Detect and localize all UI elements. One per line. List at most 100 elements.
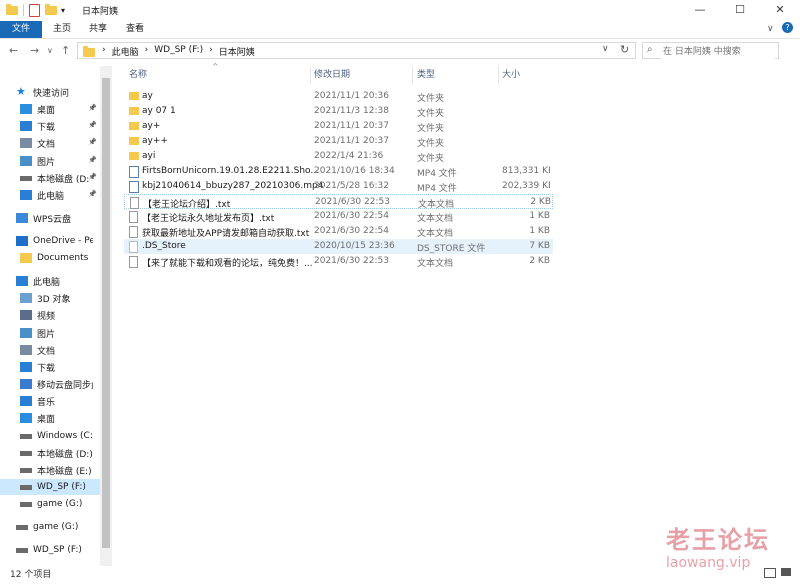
pin-icon[interactable]: 📌: [88, 190, 97, 198]
tab-home[interactable]: 主页: [48, 21, 76, 38]
cloud-sync-icon: [20, 379, 32, 389]
sidebar-item[interactable]: 桌面: [20, 101, 55, 117]
pin-icon[interactable]: 📌: [88, 173, 97, 181]
sidebar-item[interactable]: game (G:): [16, 519, 78, 535]
tab-file[interactable]: 文件: [0, 21, 42, 38]
sidebar-item[interactable]: Windows (C:): [20, 428, 93, 444]
column-divider[interactable]: [412, 66, 413, 84]
sidebar-item[interactable]: 本地磁盘 (D:): [20, 445, 93, 461]
desktop-icon: [20, 104, 32, 114]
drive-icon: [20, 484, 32, 490]
column-header-date[interactable]: 修改日期: [314, 66, 350, 84]
file-row[interactable]: 【来了就能下载和观看的论坛，纯免费！... 2021/6/30 22:53 文本文档…: [124, 254, 553, 269]
address-bar[interactable]: › 此电脑 › WD_SP (F:) › 日本阿姨 ∨ ↻: [77, 42, 636, 59]
folder-icon: [20, 253, 32, 263]
text-file-icon: [129, 226, 138, 238]
breadcrumb-folder[interactable]: 日本阿姨: [219, 45, 255, 58]
file-name: 【老王论坛永久地址发布页】.txt: [142, 214, 275, 224]
expand-ribbon-icon[interactable]: ∨: [767, 24, 774, 34]
sidebar-item[interactable]: WD_SP (F:): [16, 542, 82, 558]
sidebar-item[interactable]: 此电脑: [20, 187, 64, 203]
sidebar-item[interactable]: game (G:): [20, 496, 82, 512]
sidebar-item[interactable]: OneDrive - Perso: [16, 233, 93, 249]
sidebar-item[interactable]: 音乐: [20, 393, 55, 409]
window-title: 日本阿姨: [82, 7, 119, 17]
properties-icon[interactable]: [29, 3, 40, 17]
column-header-size[interactable]: 大小: [502, 66, 520, 84]
file-size: 7 KB: [529, 241, 550, 251]
file-row[interactable]: 获取最新地址及APP请发邮箱自动获取.txt 2021/6/30 22:54 文本文…: [124, 224, 553, 239]
sidebar-scrollbar-thumb[interactable]: [102, 78, 110, 548]
sidebar-item-label: WD_SP (F:): [37, 482, 86, 492]
sidebar-item[interactable]: 下载: [20, 359, 55, 375]
drive-icon: [20, 501, 32, 507]
sidebar-item[interactable]: 文档: [20, 135, 55, 151]
sidebar-item[interactable]: 下载: [20, 118, 55, 134]
pin-icon[interactable]: 📌: [88, 104, 97, 112]
file-row[interactable]: ayi 2022/1/4 21:36 文件夹: [124, 149, 553, 164]
sidebar-item-label: 图片: [37, 157, 56, 168]
close-button[interactable]: ✕: [760, 0, 800, 20]
sidebar-item[interactable]: 桌面: [20, 410, 55, 426]
sidebar-item[interactable]: 本地磁盘 (D:: [20, 170, 89, 186]
sidebar-item[interactable]: 此电脑: [16, 273, 60, 289]
minimize-button[interactable]: —: [680, 0, 720, 20]
sidebar-item[interactable]: 移动云盘同步盘: [20, 376, 93, 392]
column-header-type[interactable]: 类型: [417, 66, 435, 84]
file-row[interactable]: ay 07 1 2021/11/3 12:38 文件夹: [124, 104, 553, 119]
sidebar-item[interactable]: WPS云盘: [16, 210, 71, 226]
column-divider[interactable]: [310, 66, 311, 84]
drive-icon: [20, 450, 32, 456]
folder-icon: [129, 122, 139, 130]
up-arrow-icon[interactable]: ↑: [61, 44, 70, 57]
tab-share[interactable]: 共享: [84, 21, 112, 38]
file-type: 文件夹: [417, 94, 445, 104]
sidebar-item-label: Windows (C:): [37, 431, 93, 441]
video-file-icon: [129, 166, 139, 178]
large-icons-view-icon[interactable]: [781, 568, 791, 576]
file-row[interactable]: kbj21040614_bbuzy287_20210306.mp4 2021/5/…: [124, 179, 553, 194]
file-row[interactable]: 【老王论坛永久地址发布页】.txt 2021/6/30 22:54 文本文档 1 KB: [124, 209, 553, 224]
column-header-name[interactable]: 名称: [129, 66, 147, 84]
cloud-icon: [16, 213, 28, 223]
new-folder-icon[interactable]: [45, 3, 57, 15]
file-row[interactable]: 【老王论坛介绍】.txt 2021/6/30 22:53 文本文档 2 KB: [124, 194, 553, 210]
sidebar-item-label: game (G:): [37, 499, 83, 509]
sidebar-item[interactable]: 3D 对象: [20, 290, 71, 306]
address-dropdown-icon[interactable]: ∨: [602, 44, 609, 54]
file-row[interactable]: ay+ 2021/11/1 20:37 文件夹: [124, 119, 553, 134]
search-input[interactable]: [661, 44, 775, 59]
column-divider[interactable]: [498, 66, 499, 84]
sidebar-item[interactable]: 图片: [20, 153, 55, 169]
file-row[interactable]: .DS_Store 2020/10/15 23:36 DS_STORE 文件 7 KB: [124, 239, 553, 254]
sidebar-item[interactable]: 图片: [20, 325, 55, 341]
help-icon[interactable]: ?: [782, 22, 793, 33]
back-arrow-icon[interactable]: ←: [9, 44, 18, 57]
details-view-icon[interactable]: [764, 568, 776, 578]
recent-locations-chevron-icon[interactable]: ∨: [47, 46, 53, 55]
sidebar-item-label: 音乐: [37, 397, 56, 408]
customize-toolbar-icon[interactable]: ▾: [61, 6, 65, 15]
forward-arrow-icon[interactable]: →: [30, 44, 39, 57]
maximize-button[interactable]: ☐: [720, 0, 760, 20]
sidebar-item[interactable]: WD_SP (F:): [0, 479, 100, 495]
breadcrumb-this-pc[interactable]: 此电脑: [112, 45, 139, 58]
file-name: ay++: [142, 136, 168, 146]
pin-icon[interactable]: 📌: [88, 156, 97, 164]
sidebar-item[interactable]: 文档: [20, 342, 55, 358]
file-row[interactable]: FirtsBornUnicorn.19.01.28.E2211.Sho... 20…: [124, 164, 553, 179]
sidebar-item[interactable]: Documents: [20, 250, 88, 266]
file-row[interactable]: ay++ 2021/11/1 20:37 文件夹: [124, 134, 553, 149]
breadcrumb-drive[interactable]: WD_SP (F:): [154, 45, 203, 58]
watermark-url: laowang.vip: [666, 555, 751, 571]
sidebar-item[interactable]: 视频: [20, 307, 55, 323]
pin-icon[interactable]: 📌: [88, 138, 97, 146]
refresh-icon[interactable]: ↻: [620, 43, 629, 56]
file-row[interactable]: ay 2021/11/1 20:36 文件夹: [124, 89, 553, 104]
text-file-icon: [129, 256, 138, 268]
tab-view[interactable]: 查看: [121, 21, 149, 38]
sidebar-scrollbar[interactable]: [100, 66, 112, 566]
sidebar-item[interactable]: ★ 快速访问: [16, 84, 69, 100]
pin-icon[interactable]: 📌: [88, 121, 97, 129]
sidebar-item[interactable]: 本地磁盘 (E:): [20, 462, 92, 478]
